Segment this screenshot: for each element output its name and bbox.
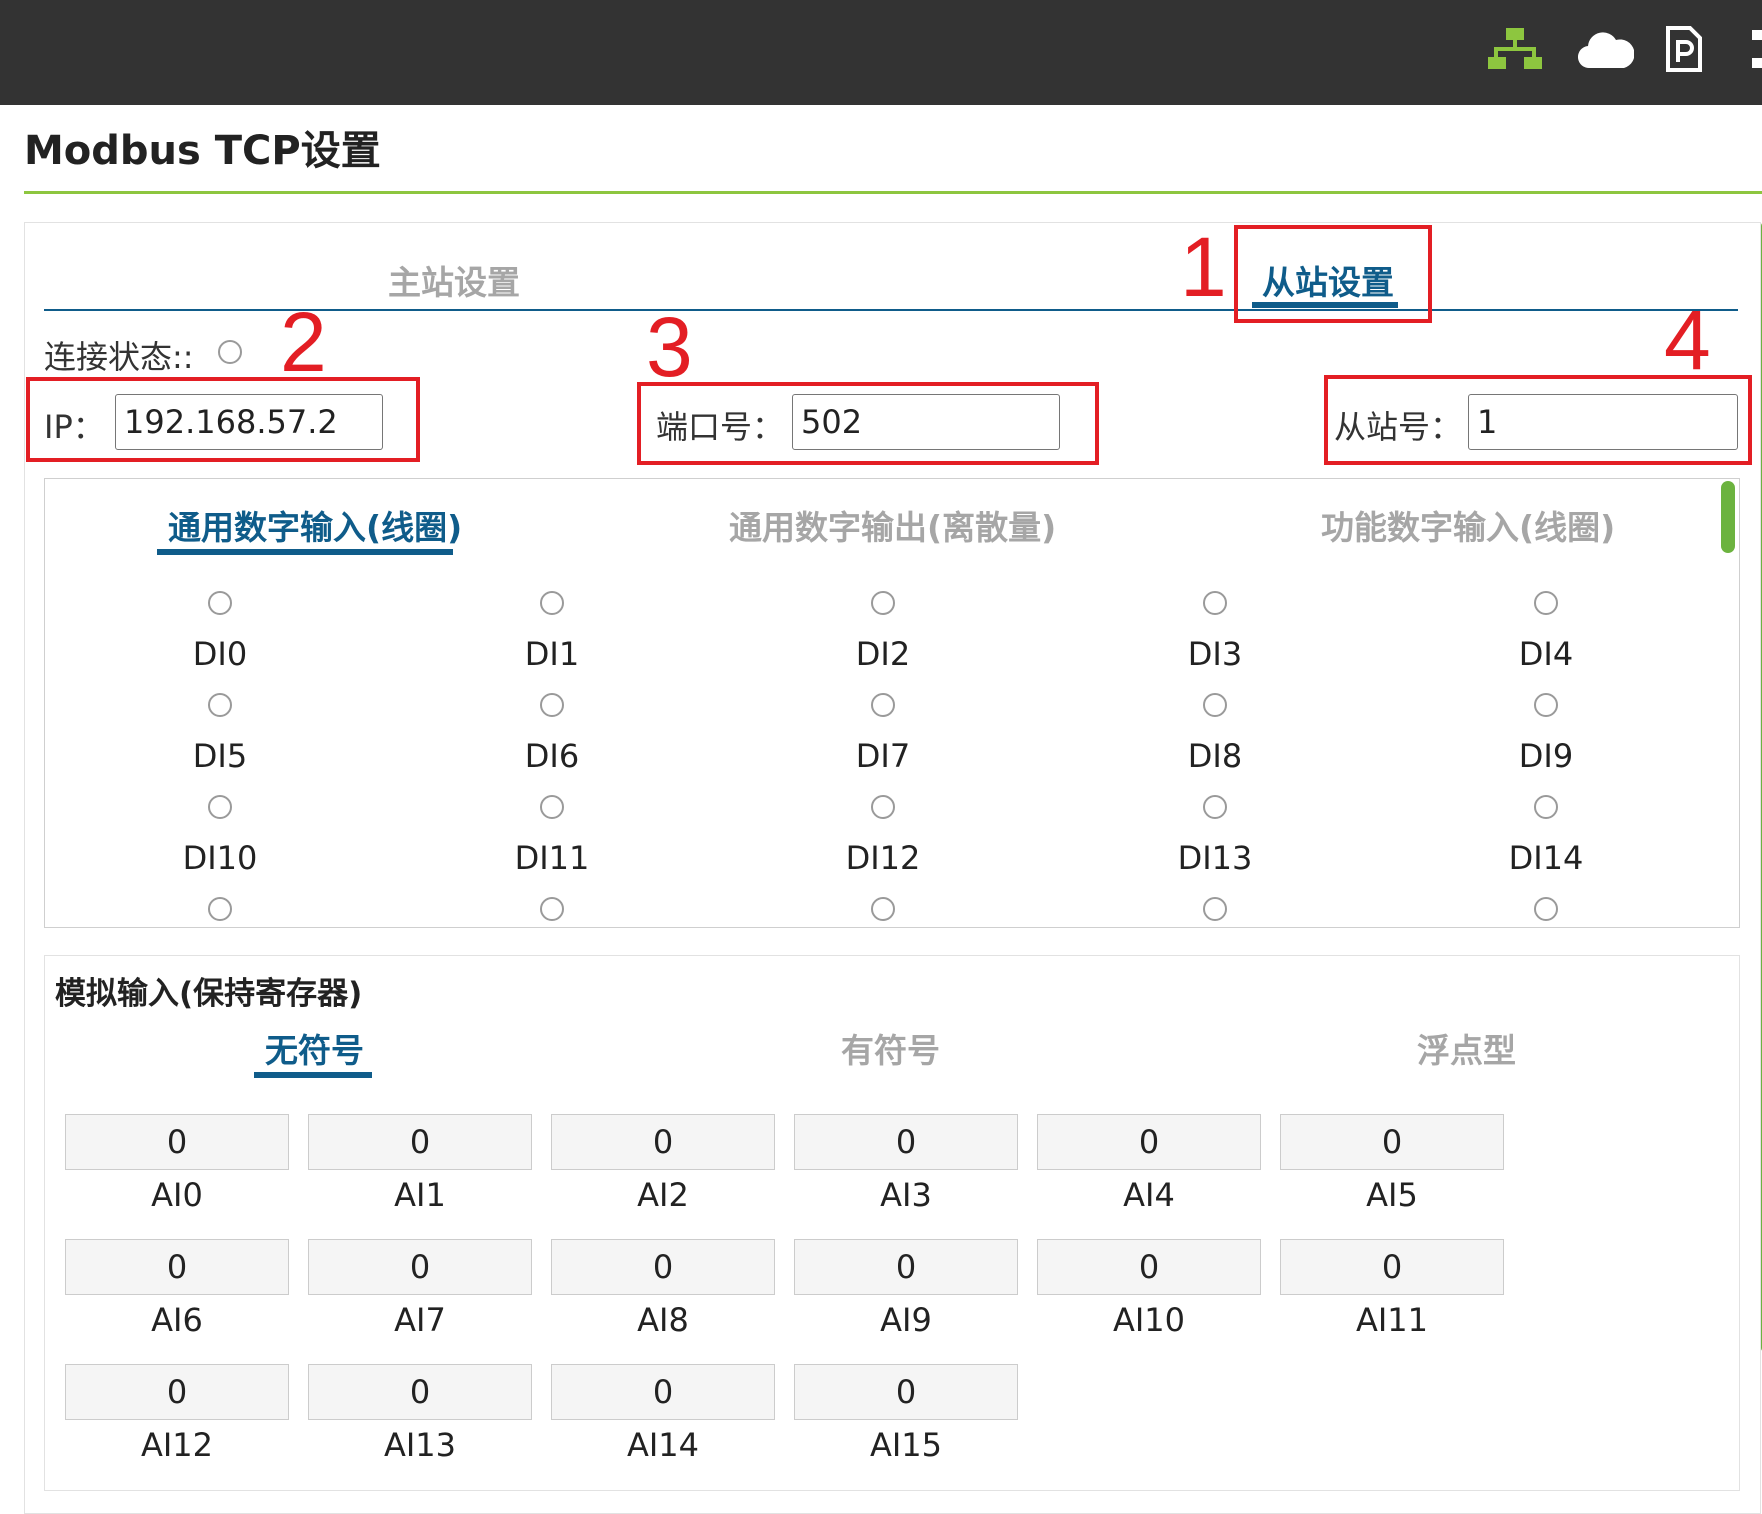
- di-radio[interactable]: [871, 795, 895, 819]
- annotation-box-4: [1324, 375, 1752, 465]
- ai-label: AI11: [1355, 1301, 1429, 1339]
- annotation-box-2: [26, 377, 420, 462]
- di-radio[interactable]: [208, 693, 232, 717]
- di-radio[interactable]: [540, 693, 564, 717]
- page-title: Modbus TCP设置: [24, 128, 381, 174]
- di-label: DI7: [855, 737, 911, 775]
- di-label: DI1: [524, 635, 580, 673]
- ai-label: AI14: [626, 1426, 700, 1464]
- di-radio[interactable]: [1203, 591, 1227, 615]
- di-radio[interactable]: [208, 897, 232, 921]
- ai-value-field: 0: [551, 1364, 775, 1420]
- di-radio[interactable]: [540, 795, 564, 819]
- tab-unsigned[interactable]: 无符号: [265, 1024, 364, 1072]
- ai-value-field: 0: [794, 1114, 1018, 1170]
- connection-status-indicator: [218, 340, 242, 364]
- di-radio[interactable]: [1534, 693, 1558, 717]
- di-radio[interactable]: [540, 591, 564, 615]
- ai-value-field: 0: [1280, 1114, 1504, 1170]
- di-label: DI10: [182, 839, 258, 877]
- ai-label: AI9: [880, 1301, 932, 1339]
- di-radio[interactable]: [208, 591, 232, 615]
- ai-label: AI3: [880, 1176, 932, 1214]
- document-p-icon[interactable]: [1666, 26, 1702, 72]
- di-label: DI5: [192, 737, 248, 775]
- ai-label: AI6: [151, 1301, 203, 1339]
- ai-label: AI4: [1123, 1176, 1175, 1214]
- ai-value-field: 0: [65, 1114, 289, 1170]
- ai-value-field: 0: [65, 1239, 289, 1295]
- ai-label: AI0: [151, 1176, 203, 1214]
- di-label: DI8: [1187, 737, 1243, 775]
- network-icon[interactable]: [1488, 26, 1542, 74]
- tab-master-settings[interactable]: 主站设置: [388, 256, 520, 304]
- analog-section-title: 模拟输入(保持寄存器): [55, 976, 363, 1012]
- annotation-number-4: 4: [1664, 293, 1711, 387]
- di-label: DI12: [845, 839, 921, 877]
- ai-label: AI10: [1112, 1301, 1186, 1339]
- tab-digital-output[interactable]: 通用数字输出(离散量): [729, 501, 1056, 549]
- connection-status-label: 连接状态::: [44, 338, 194, 376]
- top-bar: [0, 0, 1762, 105]
- di-label: DI3: [1187, 635, 1243, 673]
- digital-io-panel: 通用数字输入(线圈) 通用数字输出(离散量) 功能数字输入(线圈) DI0 DI1…: [44, 478, 1740, 928]
- ai-value-field: 0: [308, 1114, 532, 1170]
- di-radio[interactable]: [1203, 795, 1227, 819]
- analog-tab-underline: [254, 1072, 372, 1078]
- cloud-icon[interactable]: [1578, 30, 1634, 70]
- ai-label: AI7: [394, 1301, 446, 1339]
- annotation-box-3: [637, 382, 1099, 465]
- ai-value-field: 0: [794, 1239, 1018, 1295]
- ai-value-field: 0: [308, 1239, 532, 1295]
- di-radio[interactable]: [1534, 795, 1558, 819]
- title-divider: [24, 191, 1762, 194]
- di-label: DI2: [855, 635, 911, 673]
- di-label: DI4: [1518, 635, 1574, 673]
- di-label: DI13: [1177, 839, 1253, 877]
- ai-value-field: 0: [1280, 1239, 1504, 1295]
- di-radio[interactable]: [1534, 591, 1558, 615]
- digital-tab-underline: [157, 549, 453, 555]
- di-radio[interactable]: [1534, 897, 1558, 921]
- di-label: DI14: [1508, 839, 1584, 877]
- menu-icon[interactable]: [1750, 26, 1762, 72]
- di-radio[interactable]: [1203, 693, 1227, 717]
- ai-label: AI15: [869, 1426, 943, 1464]
- annotation-number-3: 3: [646, 300, 693, 394]
- ai-value-field: 0: [551, 1239, 775, 1295]
- ai-value-field: 0: [1037, 1239, 1261, 1295]
- tab-function-digital-input[interactable]: 功能数字输入(线圈): [1321, 501, 1615, 549]
- di-label: DI6: [524, 737, 580, 775]
- ai-value-field: 0: [794, 1364, 1018, 1420]
- ai-value-field: 0: [65, 1364, 289, 1420]
- annotation-box-1: [1234, 225, 1432, 323]
- digital-panel-scrollbar[interactable]: [1721, 481, 1735, 553]
- tab-float[interactable]: 浮点型: [1417, 1024, 1516, 1072]
- di-radio[interactable]: [871, 897, 895, 921]
- annotation-number-1: 1: [1180, 220, 1227, 314]
- ai-label: AI13: [383, 1426, 457, 1464]
- ai-label: AI2: [637, 1176, 689, 1214]
- ai-label: AI1: [394, 1176, 446, 1214]
- ai-label: AI12: [140, 1426, 214, 1464]
- ai-label: AI5: [1366, 1176, 1418, 1214]
- ai-value-field: 0: [1037, 1114, 1261, 1170]
- di-radio[interactable]: [540, 897, 564, 921]
- annotation-number-2: 2: [280, 295, 327, 389]
- di-radio[interactable]: [871, 591, 895, 615]
- di-radio[interactable]: [208, 795, 232, 819]
- ai-label: AI8: [637, 1301, 689, 1339]
- di-radio[interactable]: [871, 693, 895, 717]
- ai-value-field: 0: [551, 1114, 775, 1170]
- ai-value-field: 0: [308, 1364, 532, 1420]
- tab-digital-input[interactable]: 通用数字输入(线圈): [168, 501, 462, 549]
- analog-input-panel: 模拟输入(保持寄存器) 无符号 有符号 浮点型 0 AI0 0 AI1 0 AI2 0 AI3…: [44, 955, 1740, 1491]
- di-label: DI11: [514, 839, 590, 877]
- di-radio[interactable]: [1203, 897, 1227, 921]
- di-label: DI0: [192, 635, 248, 673]
- tab-signed[interactable]: 有符号: [841, 1024, 940, 1072]
- di-label: DI9: [1518, 737, 1574, 775]
